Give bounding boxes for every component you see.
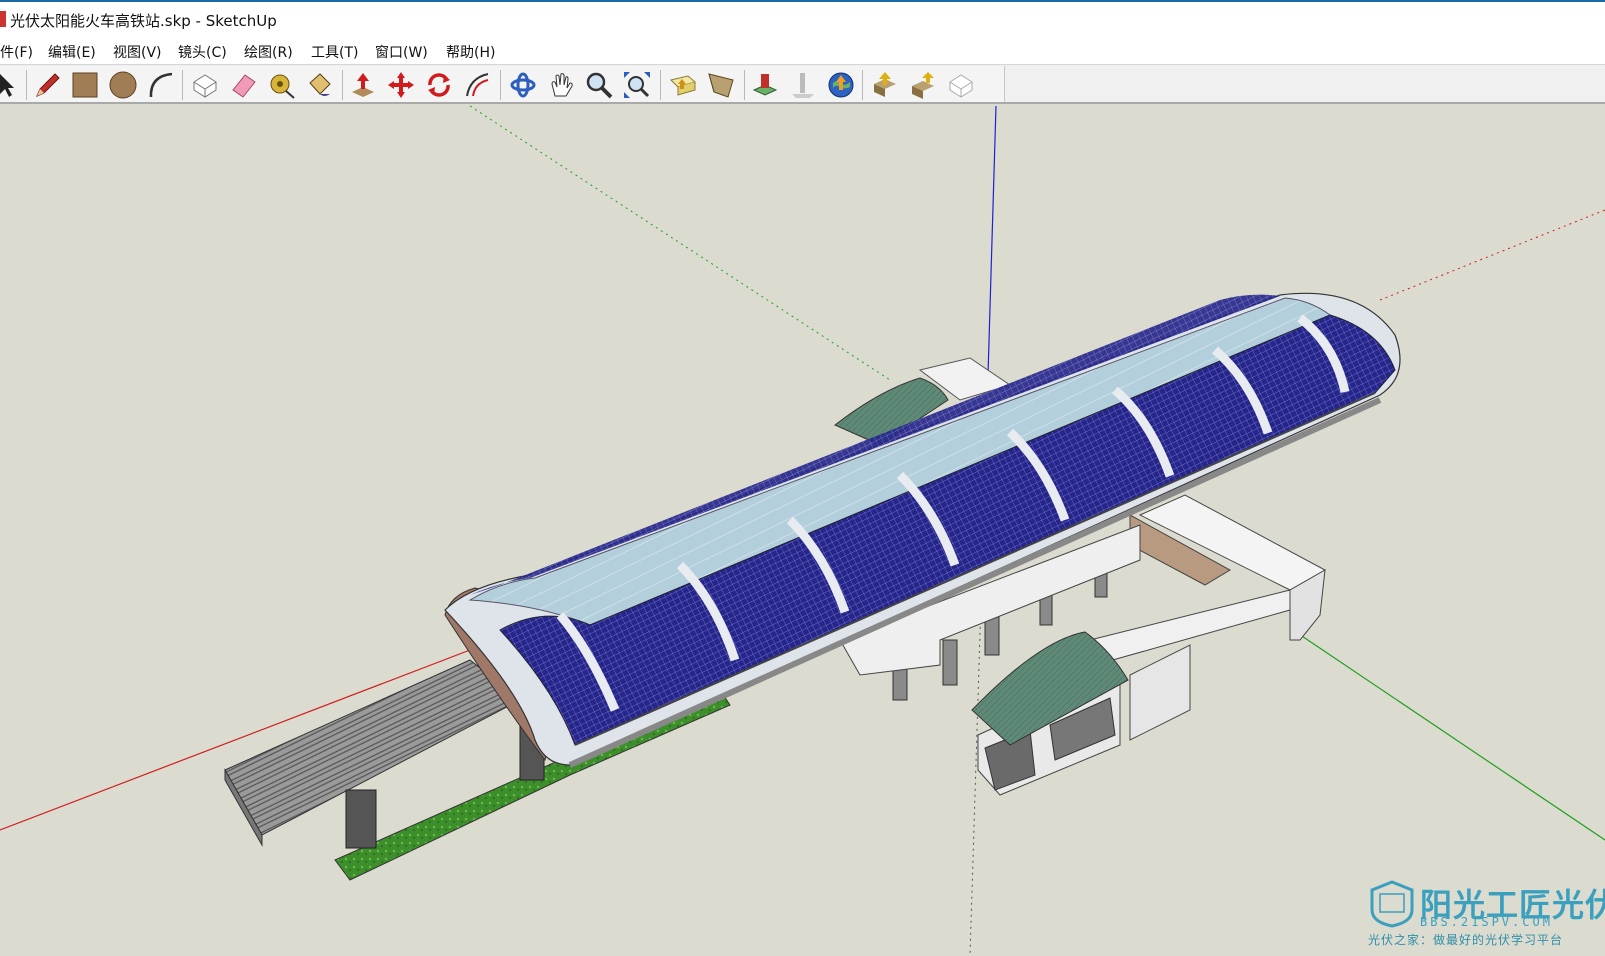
- next-view-tool-button[interactable]: [706, 70, 736, 100]
- orbit-tool-button[interactable]: [508, 70, 538, 100]
- circle-tool-button[interactable]: [108, 70, 138, 100]
- component-icon: [193, 74, 217, 98]
- toolbar-separator: [500, 70, 501, 100]
- get-models-icon: [874, 72, 896, 97]
- eraser-icon: [232, 74, 256, 98]
- station-roof: [444, 292, 1401, 768]
- arc-icon: [149, 72, 173, 98]
- share-model-tool-button[interactable]: [908, 70, 938, 100]
- track-pillar: [345, 789, 377, 849]
- watermark-url: BBS.21SPV.COM: [1420, 915, 1553, 929]
- rotate-tool-button[interactable]: [424, 70, 454, 100]
- eraser-tool-button[interactable]: [228, 70, 258, 100]
- next-view-icon: [708, 73, 734, 98]
- previous-view-tool-button[interactable]: [668, 70, 698, 100]
- magnifier-icon: [586, 72, 613, 99]
- menu-help[interactable]: 帮助(H): [446, 42, 495, 62]
- offset-icon: [466, 73, 489, 97]
- tape-measure-tool-button[interactable]: [266, 70, 296, 100]
- menu-camera[interactable]: 镜头(C): [178, 42, 227, 62]
- orbit-icon: [510, 72, 536, 98]
- google-earth-tool-button[interactable]: [826, 70, 856, 100]
- toolbar-separator: [660, 70, 661, 100]
- offset-tool-button[interactable]: [462, 70, 492, 100]
- add-location-tool-button[interactable]: [750, 70, 780, 100]
- sketchup-app-icon: [0, 11, 6, 27]
- terrain-icon: [792, 73, 814, 98]
- previous-view-icon: [670, 75, 697, 96]
- toolbar-separator: [182, 70, 183, 100]
- push-pull-tool-button[interactable]: [348, 70, 378, 100]
- menu-draw[interactable]: 绘图(R): [244, 42, 293, 62]
- line-tool-button[interactable]: [32, 70, 62, 100]
- arrow-cursor-icon: [0, 74, 14, 97]
- circle-icon: [109, 71, 137, 99]
- front-entrance: [971, 631, 1129, 796]
- window-title: 光伏太阳能火车高铁站.skp - SketchUp: [10, 12, 277, 30]
- rectangle-icon: [72, 72, 98, 98]
- paint-bucket-tool-button[interactable]: [304, 70, 334, 100]
- toggle-terrain-tool-button[interactable]: [788, 70, 818, 100]
- globe-icon: [828, 72, 854, 98]
- forum-badge-icon: [1370, 880, 1414, 928]
- add-location-icon: [752, 74, 778, 96]
- toolbar-separator: [26, 70, 27, 100]
- green-axis-negative: [469, 105, 891, 381]
- title-bar: 光伏太阳能火车高铁站.skp - SketchUp: [0, 0, 1605, 36]
- menu-file[interactable]: 件(F): [0, 42, 33, 62]
- move-tool-button[interactable]: [386, 70, 416, 100]
- main-toolbar: [0, 64, 1605, 104]
- paint-bucket-icon: [309, 73, 331, 96]
- get-models-tool-button[interactable]: [870, 70, 900, 100]
- menu-tools[interactable]: 工具(T): [311, 42, 358, 62]
- tape-measure-icon: [270, 74, 295, 99]
- select-tool-button[interactable]: [0, 70, 22, 100]
- move-icon: [388, 72, 414, 98]
- arc-tool-button[interactable]: [146, 70, 176, 100]
- share-component-icon: [949, 74, 973, 98]
- menu-bar: 件(F) 编辑(E) 视图(V) 镜头(C) 绘图(R) 工具(T) 窗口(W)…: [0, 36, 1605, 64]
- green-axis-positive: [1289, 627, 1605, 841]
- push-pull-icon: [352, 73, 374, 97]
- share-component-tool-button[interactable]: [946, 70, 976, 100]
- blue-axis-positive: [987, 105, 997, 376]
- toolbar-panel: [0, 66, 1005, 102]
- pencil-icon: [36, 73, 60, 97]
- zoom-extents-icon: [624, 72, 650, 98]
- toolbar-separator: [862, 70, 863, 100]
- menu-window[interactable]: 窗口(W): [375, 42, 428, 62]
- share-model-icon: [912, 72, 934, 99]
- rotate-icon: [428, 73, 450, 97]
- model-viewport[interactable]: [0, 104, 1605, 956]
- hand-icon: [551, 73, 573, 97]
- zoom-extents-tool-button[interactable]: [622, 70, 652, 100]
- rectangle-tool-button[interactable]: [70, 70, 100, 100]
- menu-edit[interactable]: 编辑(E): [48, 42, 96, 62]
- zoom-tool-button[interactable]: [584, 70, 614, 100]
- red-axis-positive: [1379, 209, 1605, 301]
- menu-view[interactable]: 视图(V): [113, 42, 162, 62]
- make-component-tool-button[interactable]: [190, 70, 220, 100]
- toolbar-separator: [744, 70, 745, 100]
- pan-tool-button[interactable]: [546, 70, 576, 100]
- watermark-slogan: 光伏之家：做最好的光伏学习平台: [1368, 933, 1564, 947]
- toolbar-separator: [342, 70, 343, 100]
